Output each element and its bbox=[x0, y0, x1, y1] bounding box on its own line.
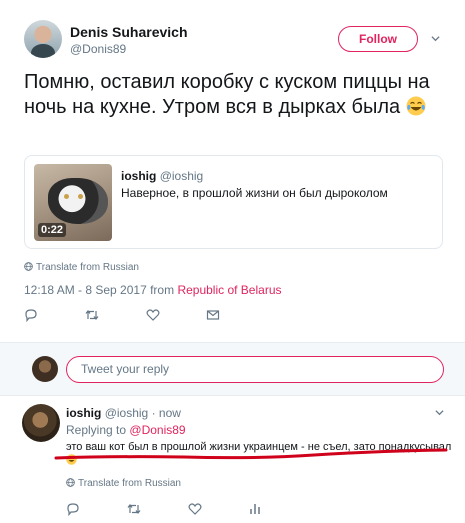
reply-time[interactable]: · now bbox=[152, 406, 181, 420]
location-link[interactable]: Republic of Belarus bbox=[177, 283, 281, 297]
cat-image bbox=[48, 178, 108, 224]
reply-author-avatar[interactable] bbox=[22, 404, 60, 442]
reply-translate-link[interactable]: Translate from Russian bbox=[66, 478, 181, 489]
timestamp-text[interactable]: 12:18 AM - 8 Sep 2017 from bbox=[24, 283, 174, 297]
video-duration: 0:22 bbox=[38, 223, 67, 237]
globe-icon bbox=[24, 262, 33, 271]
globe-icon bbox=[66, 478, 75, 487]
quoted-tweet[interactable]: 0:22 ioshig @ioshig Наверное, в прошлой … bbox=[24, 155, 443, 249]
follow-button[interactable]: Follow bbox=[338, 26, 418, 52]
reply-author: ioshig @ioshig · now bbox=[66, 406, 181, 420]
video-thumbnail[interactable]: 0:22 bbox=[34, 164, 112, 241]
tweet-text-body: Помню, оставил коробку с куском пиццы на… bbox=[24, 71, 430, 118]
quote-author: ioshig @ioshig bbox=[121, 169, 203, 183]
reply-icon[interactable] bbox=[66, 502, 80, 516]
retweet-icon[interactable] bbox=[85, 308, 99, 322]
chevron-down-icon[interactable] bbox=[431, 34, 440, 43]
reply-input[interactable]: Tweet your reply bbox=[66, 356, 444, 383]
reply-icon[interactable] bbox=[24, 308, 38, 322]
translate-link[interactable]: Translate from Russian bbox=[24, 262, 139, 273]
reply-author-handle[interactable]: @ioshig bbox=[105, 406, 149, 420]
analytics-icon[interactable] bbox=[248, 502, 262, 516]
replying-to-label: Replying to bbox=[66, 423, 127, 437]
quote-text: Наверное, в прошлой жизни он был дырокол… bbox=[121, 186, 388, 200]
like-icon[interactable] bbox=[188, 502, 202, 516]
cat-eye bbox=[78, 194, 83, 199]
like-icon[interactable] bbox=[146, 308, 160, 322]
face-with-tears-of-joy-icon bbox=[406, 96, 426, 116]
reply-author-name[interactable]: ioshig bbox=[66, 406, 101, 420]
quote-author-handle: @ioshig bbox=[159, 169, 204, 183]
author-avatar[interactable] bbox=[24, 20, 62, 58]
tweet-actions bbox=[24, 308, 224, 322]
reply-translate-label: Translate from Russian bbox=[78, 478, 181, 489]
translate-label: Translate from Russian bbox=[36, 262, 139, 273]
red-underline-annotation bbox=[54, 448, 448, 460]
quote-author-name: ioshig bbox=[121, 169, 157, 183]
reply-actions bbox=[66, 502, 266, 516]
message-icon[interactable] bbox=[206, 308, 220, 322]
author-handle[interactable]: @Donis89 bbox=[70, 42, 126, 56]
retweet-icon[interactable] bbox=[127, 502, 141, 516]
cat-eye bbox=[64, 194, 69, 199]
chevron-down-icon[interactable] bbox=[435, 408, 444, 417]
replying-to-mention[interactable]: @Donis89 bbox=[129, 423, 185, 437]
divider bbox=[0, 395, 465, 396]
author-name[interactable]: Denis Suharevich bbox=[70, 24, 188, 40]
tweet-timestamp: 12:18 AM - 8 Sep 2017 from Republic of B… bbox=[24, 283, 282, 297]
current-user-avatar[interactable] bbox=[32, 356, 58, 382]
tweet-text: Помню, оставил коробку с куском пиццы на… bbox=[24, 70, 449, 120]
replying-to: Replying to @Donis89 bbox=[66, 423, 186, 437]
